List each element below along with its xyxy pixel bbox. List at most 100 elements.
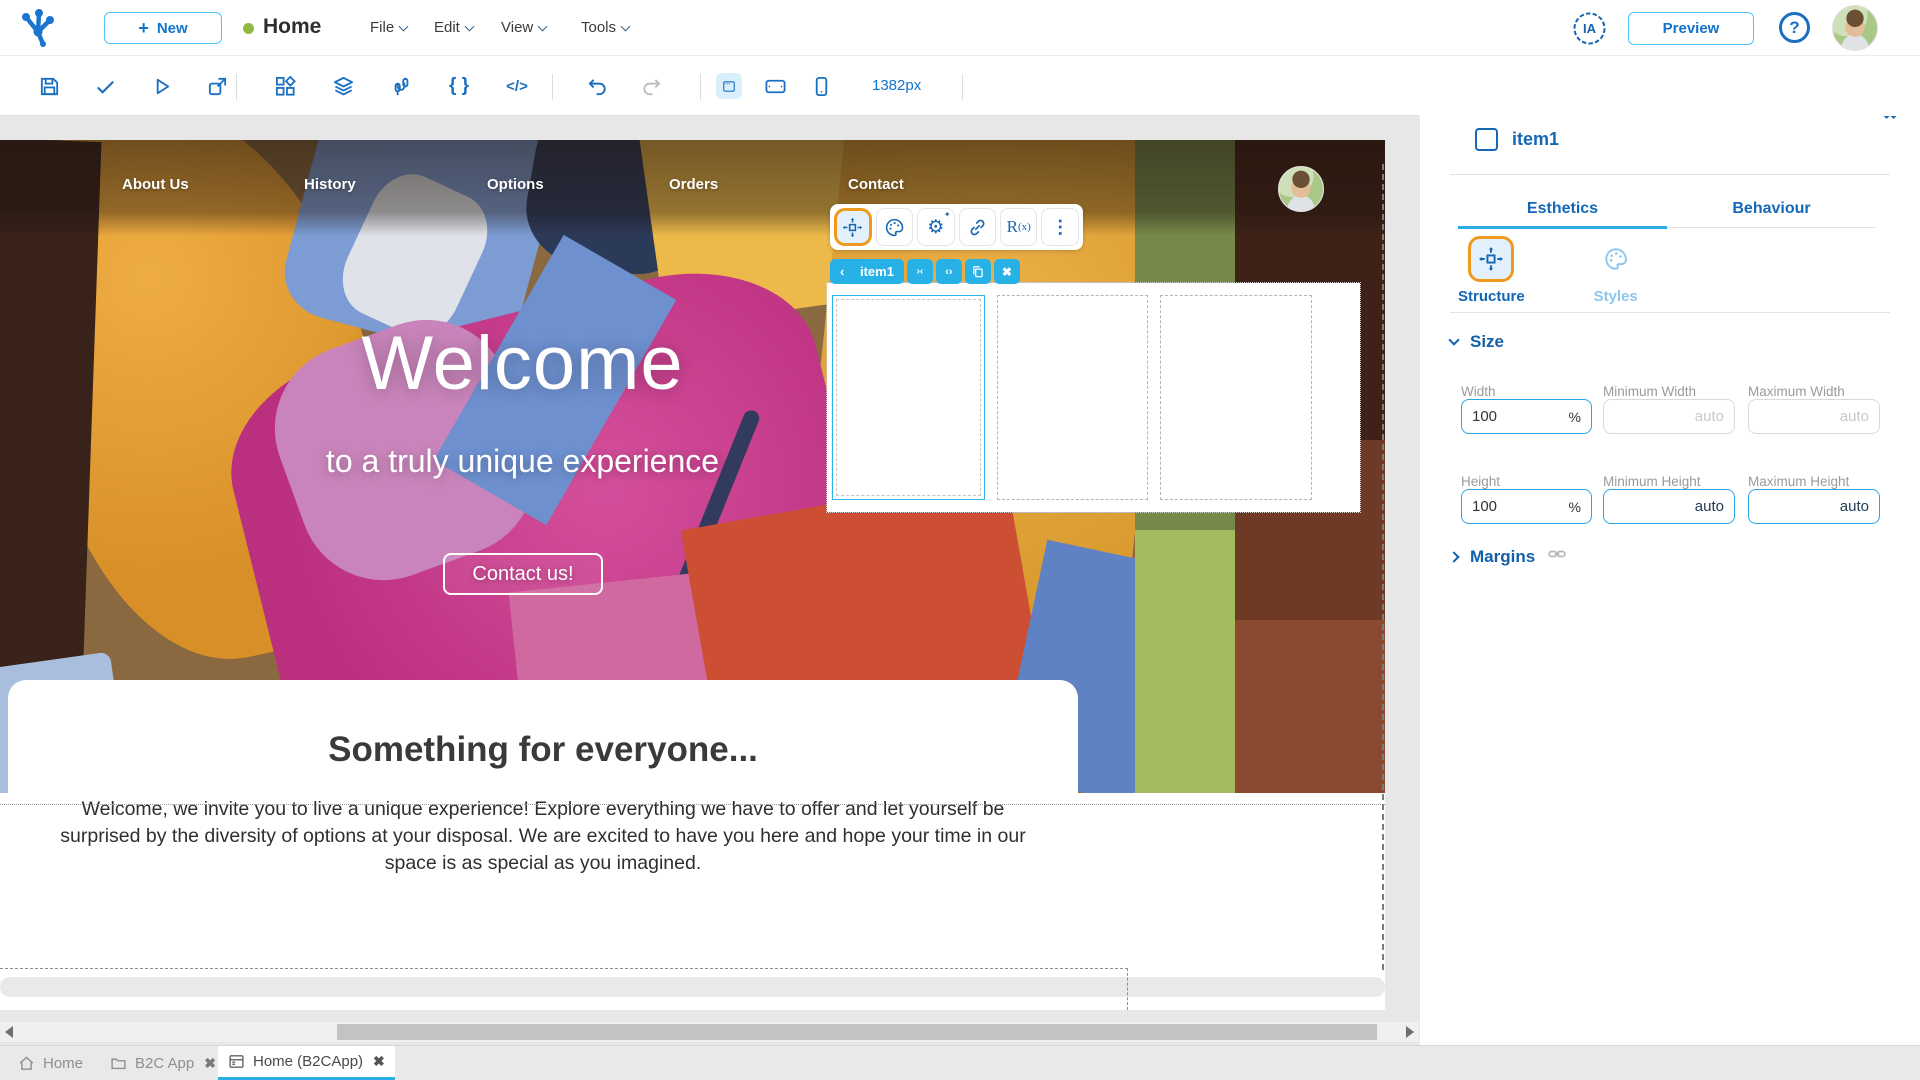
undo-icon[interactable] [584,73,610,99]
toolbar-divider [700,74,701,100]
margins-section-header[interactable]: Margins [1448,544,1567,569]
min-height-label: Minimum Height [1603,474,1701,489]
toolbar-divider [552,74,553,100]
item3-cell[interactable] [1160,295,1312,500]
close-tab-icon[interactable]: ✖ [204,1055,216,1072]
tab-esthetics[interactable]: Esthetics [1458,192,1667,229]
site-navbar: About Us History Options Orders Contact [0,164,1385,216]
size-section-header[interactable]: Size [1448,332,1504,352]
design-canvas[interactable]: About Us History Options Orders Contact … [0,116,1419,1045]
run-play-icon[interactable] [148,73,174,99]
redo-icon[interactable] [638,73,664,99]
ia-badge[interactable]: IA [1572,11,1607,46]
max-width-label: Maximum Width [1748,384,1845,399]
scroll-right-arrow[interactable] [1406,1026,1414,1038]
menu-view[interactable]: View [501,19,548,36]
scrollbar-thumb[interactable] [337,1024,1377,1040]
panel-header: item1 [1475,128,1559,151]
components-grid-icon[interactable] [272,73,298,99]
structure-move-icon[interactable] [834,208,872,246]
export-icon[interactable] [204,73,230,99]
item1-flex-container[interactable] [826,282,1361,513]
selection-guide-line [1382,164,1384,970]
placeholder-bar [0,977,1385,997]
nav-link-history[interactable]: History [304,176,356,193]
app-logo-icon[interactable] [16,6,60,50]
height-label: Height [1461,474,1501,489]
nav-link-orders[interactable]: Orders [669,176,718,193]
element-checkbox[interactable] [1475,128,1498,151]
divider [1450,174,1890,175]
hero-section[interactable]: About Us History Options Orders Contact … [0,140,1385,793]
max-height-input[interactable] [1759,498,1869,515]
doc-tab-home[interactable]: Home [8,1046,93,1080]
panel-subtabs: Structure Styles [1458,236,1639,305]
chevron-right-icon [1448,550,1460,563]
rules-formula-icon[interactable]: R (x) [1000,208,1038,246]
layers-icon[interactable] [330,73,356,99]
panel-window-icon [229,1055,244,1068]
section-paragraph: Welcome, we invite you to live a unique … [60,798,1026,874]
new-button[interactable]: + New [104,12,222,44]
subtab-structure[interactable]: Structure [1458,236,1525,305]
top-header: + New Home File Edit View Tools IA Previ… [0,0,1920,56]
contact-us-button[interactable]: Contact us! [443,553,603,595]
code-view-icon[interactable]: ‹› [935,259,962,284]
styles-palette-icon [1593,236,1639,282]
styles-palette-icon[interactable] [875,208,914,246]
delete-icon[interactable]: ✖ [993,259,1020,284]
settings-gear-icon[interactable]: ⚙ ✦ [917,208,955,246]
link-icon[interactable] [958,208,996,246]
nav-link-options[interactable]: Options [487,176,544,193]
item2-cell[interactable] [997,295,1148,500]
tablet-viewport-icon[interactable] [762,73,788,99]
max-width-input[interactable] [1759,408,1869,425]
connections-plug-icon[interactable] [388,73,414,99]
menu-edit[interactable]: Edit [434,19,475,36]
user-avatar[interactable] [1832,5,1878,51]
more-options-icon[interactable]: ⋮ [1041,208,1079,246]
chain-link-icon[interactable] [1547,544,1567,569]
width-input[interactable] [1472,408,1569,425]
validate-check-icon[interactable] [92,73,118,99]
scalloped-seal-icon [1573,12,1606,45]
variables-braces-icon[interactable]: { } [446,73,472,99]
tab-behaviour[interactable]: Behaviour [1667,192,1876,227]
doc-tab-home-b2capp-active[interactable]: Home (B2CApp) ✖ [218,1046,395,1080]
min-width-input[interactable] [1614,408,1724,425]
site-preview: About Us History Options Orders Contact … [0,140,1385,1010]
saved-status-dot [243,23,254,34]
collapse-icon[interactable]: ›‹ [906,259,933,284]
menu-tools[interactable]: Tools [581,19,631,36]
doc-tab-b2capp[interactable]: B2C App ✖ [100,1046,226,1080]
viewport-width-value: 1382px [872,77,922,94]
divider [1450,312,1890,313]
chevron-down-icon [464,21,475,31]
nav-link-contact[interactable]: Contact [848,176,904,193]
preview-button[interactable]: Preview [1628,12,1754,45]
site-user-avatar[interactable] [1278,166,1324,212]
width-field: % [1461,399,1592,434]
document-tabbar: Home B2C App ✖ Home (B2CApp) ✖ [0,1045,1920,1080]
width-label: Width [1461,384,1496,399]
save-icon[interactable] [36,73,62,99]
nav-link-about[interactable]: About Us [122,176,189,193]
subtab-styles[interactable]: Styles [1593,236,1639,305]
toolbar-divider [236,74,237,100]
help-button[interactable]: ? [1779,12,1810,43]
desktop-viewport-icon[interactable] [716,73,742,99]
close-tab-icon[interactable]: ✖ [373,1053,385,1070]
scroll-left-arrow[interactable] [5,1026,13,1038]
menu-file[interactable]: File [370,19,409,36]
phone-viewport-icon[interactable] [808,73,834,99]
document-title: Home [263,15,322,38]
source-code-icon[interactable]: </> [504,73,530,99]
duplicate-icon[interactable] [964,259,991,284]
height-input[interactable] [1472,498,1569,515]
height-field: % [1461,489,1592,524]
horizontal-scrollbar[interactable] [0,1022,1419,1042]
selected-element-chip[interactable]: ‹ item1 [830,259,904,284]
min-height-input[interactable] [1614,498,1724,515]
min-width-field [1603,399,1735,434]
item1-cell-selected[interactable] [832,295,985,500]
